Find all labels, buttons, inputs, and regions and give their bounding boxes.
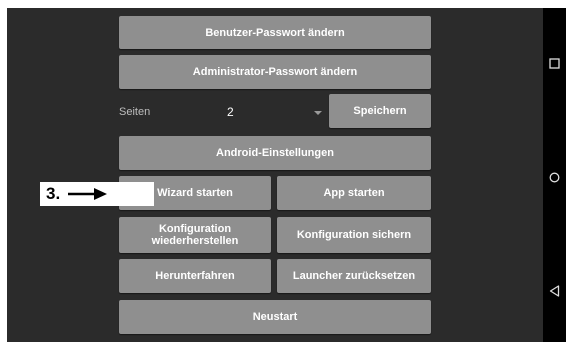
shutdown-button[interactable]: Herunterfahren (119, 259, 271, 293)
restore-configuration-button[interactable]: Konfiguration wiederherstellen (119, 217, 271, 253)
android-settings-label: Android-Einstellungen (216, 147, 334, 159)
save-label: Speichern (353, 105, 407, 117)
dropdown-caret-icon (314, 111, 322, 115)
restart-label: Neustart (252, 311, 298, 323)
save-button[interactable]: Speichern (329, 94, 431, 128)
change-admin-password-label: Administrator-Passwort ändern (192, 66, 358, 78)
home-circle-icon[interactable] (549, 172, 560, 183)
wizard-start-label: Wizard starten (157, 187, 233, 199)
app-start-label: App starten (323, 187, 385, 199)
right-arrow-icon (68, 188, 108, 200)
back-triangle-icon[interactable] (549, 285, 560, 297)
restart-button[interactable]: Neustart (119, 300, 431, 334)
change-admin-password-button[interactable]: Administrator-Passwort ändern (119, 55, 431, 89)
pages-dropdown[interactable]: 2 (218, 99, 324, 125)
change-user-password-label: Benutzer-Passwort ändern (205, 26, 345, 39)
restore-configuration-label-line1: Konfiguration (158, 223, 232, 235)
backup-configuration-label: Konfiguration sichern (296, 229, 412, 241)
reset-launcher-button[interactable]: Launcher zurücksetzen (277, 259, 431, 293)
app-start-button[interactable]: App starten (277, 176, 431, 210)
restore-configuration-label-line2: wiederherstellen (151, 235, 239, 247)
recents-square-icon[interactable] (549, 58, 560, 69)
step-number: 3. (46, 184, 61, 203)
change-user-password-button[interactable]: Benutzer-Passwort ändern (119, 16, 431, 49)
android-settings-button[interactable]: Android-Einstellungen (119, 136, 431, 170)
pages-label: Seiten (119, 106, 151, 118)
step-annotation: 3. (40, 182, 154, 206)
reset-launcher-label: Launcher zurücksetzen (292, 270, 416, 282)
pages-dropdown-value: 2 (227, 105, 234, 119)
backup-configuration-button[interactable]: Konfiguration sichern (277, 217, 431, 253)
shutdown-label: Herunterfahren (155, 270, 235, 282)
